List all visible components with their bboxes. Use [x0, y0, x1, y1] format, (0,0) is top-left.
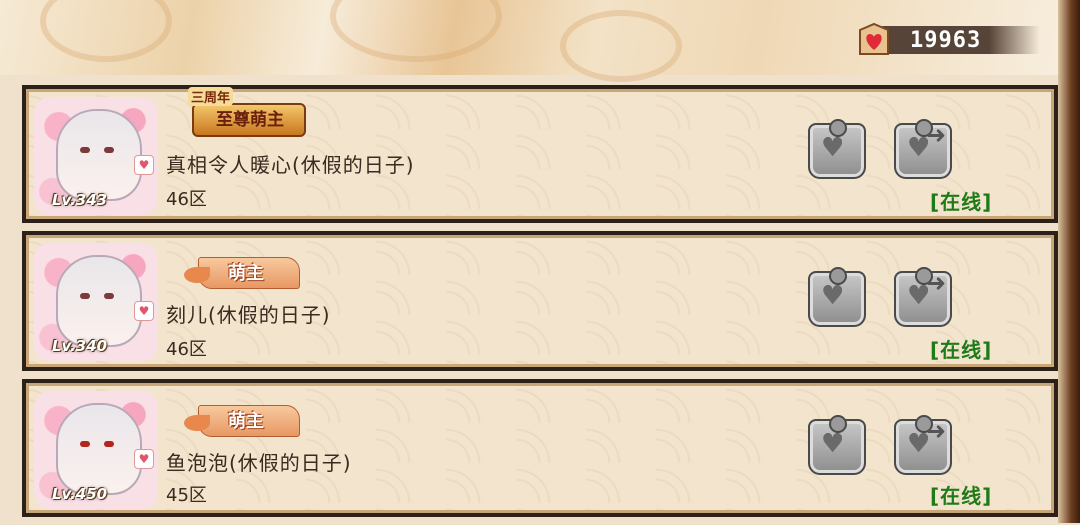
avatar[interactable]: ♥ Lv.343	[34, 97, 158, 215]
share-heart-button[interactable]: ♥ ➜	[890, 413, 952, 475]
friend-card[interactable]: ♥ Lv.450 萌主 鱼泡泡(休假的日子) 45区 ♥ ♥ ➜ [在线]	[22, 379, 1058, 517]
level-label: Lv.450	[52, 485, 108, 503]
server-label: 46区	[166, 189, 207, 210]
portrait-eye	[104, 293, 114, 299]
arrow-icon: ➜	[926, 269, 947, 297]
heart-icon: ♥	[821, 281, 845, 311]
friend-card[interactable]: ♥ Lv.340 萌主 刻儿(休假的日子) 46区 ♥ ♥ ➜ [在线]	[22, 231, 1058, 371]
share-heart-button[interactable]: ♥ ➜	[890, 265, 952, 327]
level-label: Lv.340	[52, 337, 108, 355]
server-label: 46区	[166, 339, 207, 360]
heart-mini-icon: ♥	[134, 449, 154, 469]
arrow-icon: ➜	[926, 417, 947, 445]
meng-badge: 萌主	[184, 397, 308, 443]
portrait-eye	[80, 293, 90, 299]
online-status: [在线]	[930, 190, 993, 214]
badge-line1: 三周年	[188, 87, 234, 106]
heart-tag-icon	[859, 22, 889, 55]
badge-text: 萌主	[228, 263, 264, 284]
character-portrait	[56, 255, 142, 347]
send-heart-button[interactable]: ♥	[804, 117, 866, 179]
arrow-icon: ➜	[926, 121, 947, 149]
avatar[interactable]: ♥ Lv.450	[34, 391, 158, 509]
heart-mini-icon: ♥	[134, 301, 154, 321]
share-heart-button[interactable]: ♥ ➜	[890, 117, 952, 179]
portrait-eye	[104, 147, 114, 153]
character-portrait	[56, 403, 142, 495]
badge-petal	[184, 267, 210, 283]
send-heart-button[interactable]: ♥	[804, 413, 866, 475]
currency-amount: 19963	[910, 28, 982, 53]
decor-swirl	[40, 0, 172, 62]
badge-line2: 至尊萌主	[216, 110, 284, 130]
avatar[interactable]: ♥ Lv.340	[34, 243, 158, 361]
currency-display: 19963	[850, 18, 1040, 60]
heart-icon: ♥	[821, 133, 845, 163]
portrait-eye	[104, 441, 114, 447]
send-heart-button[interactable]: ♥	[804, 265, 866, 327]
online-status: [在线]	[930, 484, 993, 508]
heart-icon: ♥	[821, 429, 845, 459]
friend-card[interactable]: ♥ Lv.343 三周年 至尊萌主 真相令人暖心(休假的日子) 46区 ♥ ♥ …	[22, 85, 1058, 223]
portrait-eye	[80, 147, 90, 153]
meng-badge: 萌主	[184, 249, 308, 295]
badge-petal	[184, 415, 210, 431]
character-portrait	[56, 109, 142, 201]
friend-name: 鱼泡泡(休假的日子)	[166, 451, 352, 475]
heart-mini-icon: ♥	[134, 155, 154, 175]
portrait-eye	[80, 441, 90, 447]
server-label: 45区	[166, 485, 207, 506]
level-label: Lv.343	[52, 191, 108, 209]
online-status: [在线]	[930, 338, 993, 362]
friend-list[interactable]: ♥ Lv.343 三周年 至尊萌主 真相令人暖心(休假的日子) 46区 ♥ ♥ …	[22, 85, 1060, 525]
decor-swirl	[560, 10, 682, 82]
friend-name: 刻儿(休假的日子)	[166, 303, 331, 327]
decor-swirl	[330, 0, 502, 62]
anniversary-badge: 三周年 至尊萌主	[186, 85, 310, 147]
frame-edge	[1058, 0, 1080, 523]
badge-text: 萌主	[228, 411, 264, 432]
friend-name: 真相令人暖心(休假的日子)	[166, 153, 415, 177]
